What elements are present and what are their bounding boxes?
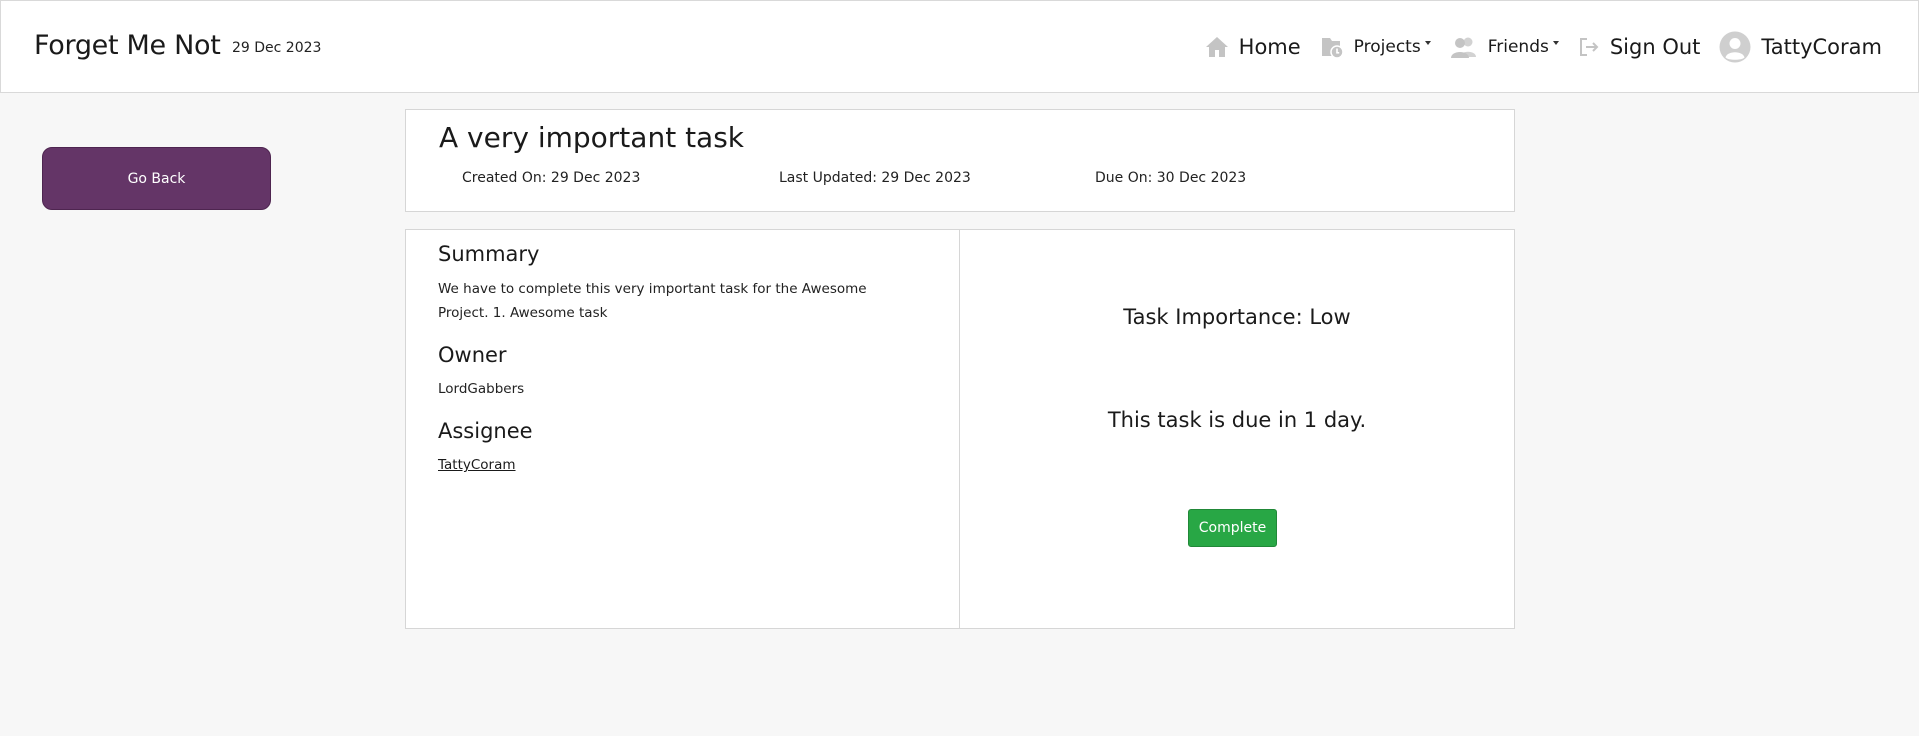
nav-projects-label: Projects (1353, 37, 1421, 57)
complete-button[interactable]: Complete (1188, 509, 1277, 547)
assignee-heading: Assignee (438, 419, 533, 443)
nav-friends-dropdown[interactable]: Friends (1450, 36, 1559, 58)
nav-home-label: Home (1238, 35, 1301, 59)
nav-username-label: TattyCoram (1761, 35, 1882, 59)
task-due-date: Due On: 30 Dec 2023 (1095, 170, 1247, 186)
task-updated-date: Last Updated: 29 Dec 2023 (779, 170, 971, 186)
project-folder-icon (1320, 35, 1344, 59)
task-header-card: A very important task Created On: 29 Dec… (405, 109, 1515, 212)
assignee-link[interactable]: TattyCoram (438, 453, 516, 477)
task-created-date: Created On: 29 Dec 2023 (462, 170, 641, 186)
task-importance: Task Importance: Low (1123, 305, 1351, 329)
chevron-down-icon (1552, 41, 1559, 45)
go-back-button[interactable]: Go Back (42, 147, 271, 210)
task-details-panel: Summary We have to complete this very im… (405, 229, 961, 629)
summary-heading: Summary (438, 242, 540, 266)
due-message: This task is due in 1 day. (1107, 408, 1367, 432)
nav-links: Home Projects Friends Sign Out TattyCora… (1186, 27, 1882, 67)
sign-out-icon (1578, 36, 1600, 58)
brand-logo-text[interactable]: Forget Me Not (34, 30, 221, 61)
nav-sign-out[interactable]: Sign Out (1578, 35, 1701, 59)
avatar-icon (1719, 31, 1751, 63)
nav-projects-dropdown[interactable]: Projects (1320, 35, 1431, 59)
task-status-panel: Task Importance: Low This task is due in… (959, 229, 1515, 629)
nav-user-profile[interactable]: TattyCoram (1719, 31, 1882, 63)
nav-home[interactable]: Home (1205, 35, 1301, 59)
home-icon (1205, 36, 1229, 58)
task-title: A very important task (439, 121, 745, 154)
summary-text: We have to complete this very important … (438, 281, 867, 321)
nav-current-date: 29 Dec 2023 (232, 40, 322, 56)
nav-friends-label: Friends (1487, 37, 1549, 57)
nav-sign-out-label: Sign Out (1609, 35, 1701, 59)
owner-name: LordGabbers (438, 381, 525, 397)
top-navbar: Forget Me Not 29 Dec 2023 Home Projects (0, 0, 1919, 93)
chevron-down-icon (1424, 41, 1431, 45)
friends-icon (1450, 36, 1478, 58)
owner-heading: Owner (438, 343, 507, 367)
